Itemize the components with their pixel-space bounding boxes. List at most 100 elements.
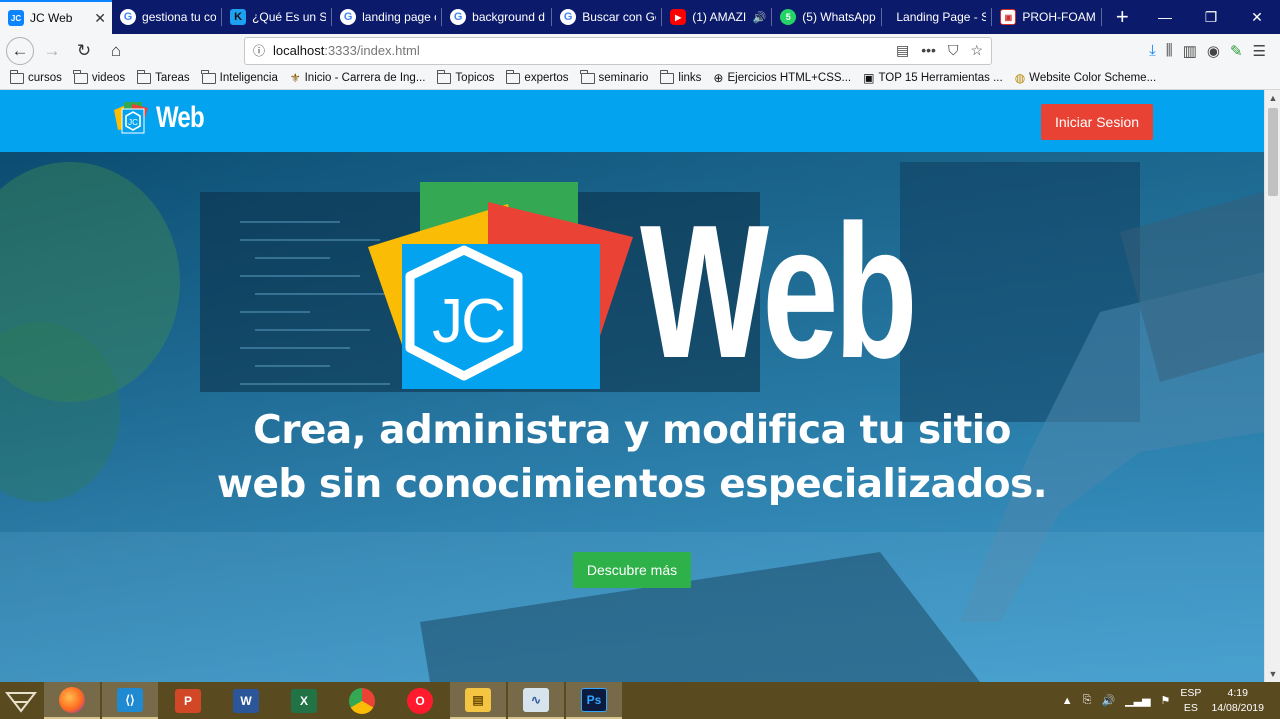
bookmark-cursos[interactable]: cursos bbox=[9, 69, 62, 84]
scrollbar-thumb[interactable] bbox=[1268, 108, 1278, 196]
tab-jc-web[interactable]: JC JC Web ✕ bbox=[0, 0, 113, 34]
volume-icon[interactable]: 🔊 bbox=[1101, 694, 1115, 707]
taskbar-word[interactable]: W bbox=[218, 682, 274, 719]
clock[interactable]: 4:19 14/08/2019 bbox=[1211, 686, 1264, 716]
taskbar-chrome[interactable] bbox=[334, 682, 390, 719]
page-scrollbar[interactable]: ▲ ▼ bbox=[1264, 90, 1280, 682]
taskbar-file-explorer[interactable]: ▤ bbox=[450, 682, 506, 719]
bookmark-seminario[interactable]: seminario bbox=[580, 69, 649, 84]
system-tray: ▲ ⎘ 🔊 ▁▃▅ ⚑ ESP ES 4:19 14/08/2019 bbox=[1062, 686, 1280, 716]
signal-icon[interactable]: ▁▃▅ bbox=[1125, 694, 1150, 707]
clock-time: 4:19 bbox=[1227, 686, 1248, 699]
powerpoint-icon: P bbox=[175, 688, 201, 713]
bookmark-top15[interactable]: ▣ TOP 15 Herramientas ... bbox=[863, 71, 1003, 85]
hero-title: Crea, administra y modifica tu sitio web… bbox=[0, 404, 1264, 512]
google-favicon-icon: G bbox=[120, 9, 137, 25]
firefox-icon bbox=[59, 686, 85, 713]
pocket-icon[interactable]: ⛉ bbox=[948, 42, 959, 59]
page-actions-icon[interactable]: ••• bbox=[921, 42, 936, 59]
hero-title-line-2: web sin conocimientos especializados. bbox=[216, 462, 1048, 507]
bookmark-label: seminario bbox=[598, 72, 649, 84]
bookmark-videos[interactable]: videos bbox=[73, 69, 125, 84]
bookmark-label: Tareas bbox=[155, 72, 190, 84]
bookmark-topicos[interactable]: Topicos bbox=[436, 69, 494, 84]
bookmark-inicio-carrera[interactable]: ⚜ Inicio - Carrera de Ing... bbox=[290, 71, 426, 85]
bookmark-color-scheme[interactable]: ◍ Website Color Scheme... bbox=[1015, 71, 1156, 85]
tab-label: landing page c bbox=[362, 10, 437, 24]
speaker-icon[interactable]: 🔊 bbox=[753, 11, 767, 24]
bookmark-star-icon[interactable]: ☆ bbox=[970, 42, 983, 59]
tab-que-es[interactable]: K ¿Qué Es un Sit bbox=[222, 0, 333, 34]
bookmark-inteligencia[interactable]: Inteligencia bbox=[201, 69, 278, 84]
info-icon[interactable]: ⓘ bbox=[253, 42, 265, 59]
bookmark-tareas[interactable]: Tareas bbox=[136, 69, 190, 84]
vscode-icon: ⟨⟩ bbox=[117, 687, 143, 712]
flag-icon[interactable]: ⚑ bbox=[1161, 694, 1171, 707]
site-logo[interactable]: JC Web bbox=[112, 100, 216, 136]
google-favicon-icon: G bbox=[340, 9, 357, 25]
bookmarks-bar: cursos videos Tareas Inteligencia ⚜ Inici… bbox=[0, 67, 1280, 90]
reload-button[interactable]: ↻ bbox=[70, 37, 98, 65]
folder-icon bbox=[9, 69, 24, 84]
bookmark-links[interactable]: links bbox=[659, 69, 701, 84]
file-explorer-icon: ▤ bbox=[465, 687, 491, 712]
home-button[interactable]: ⌂ bbox=[102, 37, 130, 65]
tab-landing-page-start[interactable]: Landing Page - Sta bbox=[882, 0, 993, 34]
whatsapp-favicon-icon: 5 bbox=[780, 9, 797, 25]
taskbar-photoshop[interactable]: Ps bbox=[566, 682, 622, 719]
logo-wordmark: Web bbox=[156, 101, 205, 134]
tab-youtube[interactable]: ▶ (1) AMAZIN 🔊 bbox=[662, 0, 773, 34]
globe-icon: ⊕ bbox=[713, 71, 724, 85]
discover-more-button[interactable]: Descubre más bbox=[573, 552, 691, 588]
extension-icon[interactable]: ✎ bbox=[1230, 42, 1243, 60]
scroll-down-icon[interactable]: ▼ bbox=[1265, 666, 1280, 682]
folder-icon bbox=[136, 69, 152, 84]
close-tab-icon[interactable]: ✕ bbox=[94, 10, 106, 27]
library-icon[interactable]: ⫼ bbox=[1166, 42, 1173, 60]
toolbar-right-icons: ⤓ ⫼ ▥ ◉ ✎ ☰ bbox=[1149, 42, 1274, 60]
bookmark-expertos[interactable]: expertos bbox=[505, 69, 569, 84]
back-button[interactable]: ← bbox=[6, 36, 34, 65]
google-favicon-icon: G bbox=[560, 9, 577, 25]
tab-gestiona[interactable]: G gestiona tu co bbox=[112, 0, 223, 34]
taskbar-excel[interactable]: X bbox=[276, 682, 332, 719]
start-button[interactable] bbox=[0, 682, 42, 719]
account-icon[interactable]: ◉ bbox=[1207, 42, 1220, 60]
tab-proh-foam[interactable]: ▣ PROH-FOAM bbox=[992, 0, 1103, 34]
taskbar-firefox[interactable] bbox=[44, 682, 100, 719]
network-device-icon[interactable]: ⎘ bbox=[1083, 694, 1092, 707]
download-icon[interactable]: ⤓ bbox=[1149, 42, 1156, 60]
youtube-favicon-icon: ▶ bbox=[670, 9, 687, 25]
bookmark-ejercicios[interactable]: ⊕ Ejercicios HTML+CSS... bbox=[713, 71, 851, 85]
language-indicator[interactable]: ESP ES bbox=[1180, 686, 1201, 716]
new-tab-button[interactable]: + bbox=[1102, 0, 1142, 34]
google-favicon-icon: G bbox=[450, 9, 467, 25]
taskbar-powerpoint[interactable]: P bbox=[160, 682, 216, 719]
menu-icon[interactable]: ☰ bbox=[1253, 42, 1266, 60]
tab-background[interactable]: G background d bbox=[442, 0, 553, 34]
reader-view-icon[interactable]: ▤ bbox=[896, 42, 909, 59]
tab-label: gestiona tu co bbox=[142, 10, 217, 24]
minimize-icon[interactable]: — bbox=[1142, 0, 1188, 34]
login-button[interactable]: Iniciar Sesion bbox=[1041, 104, 1153, 140]
taskbar-opera[interactable]: O bbox=[392, 682, 448, 719]
restore-icon[interactable]: ❐ bbox=[1188, 0, 1234, 34]
show-hidden-icons-icon[interactable]: ▲ bbox=[1062, 695, 1073, 707]
tab-landing-page-search[interactable]: G landing page c bbox=[332, 0, 443, 34]
close-window-icon[interactable]: ✕ bbox=[1234, 0, 1280, 34]
jc-logo-icon: JC bbox=[114, 102, 148, 134]
photoshop-icon: Ps bbox=[581, 687, 607, 712]
tab-label: PROH-FOAM bbox=[1022, 10, 1096, 24]
tab-whatsapp[interactable]: 5 (5) WhatsApp bbox=[772, 0, 883, 34]
address-bar[interactable]: ⓘ localhost:3333/index.html ▤ ••• ⛉ ☆ bbox=[244, 36, 992, 65]
taskbar-task-manager[interactable]: ∿ bbox=[508, 682, 564, 719]
bookmark-label: Ejercicios HTML+CSS... bbox=[727, 72, 852, 84]
tab-buscar-con-google[interactable]: G Buscar con Go bbox=[552, 0, 663, 34]
chrome-icon bbox=[349, 687, 375, 714]
sidebar-icon[interactable]: ▥ bbox=[1183, 42, 1197, 60]
forward-button[interactable]: → bbox=[38, 37, 66, 65]
tab-label: Buscar con Go bbox=[582, 10, 657, 24]
scroll-up-icon[interactable]: ▲ bbox=[1265, 90, 1280, 106]
keyboard-layout: ES bbox=[1183, 701, 1198, 714]
taskbar-vscode[interactable]: ⟨⟩ bbox=[102, 682, 158, 719]
